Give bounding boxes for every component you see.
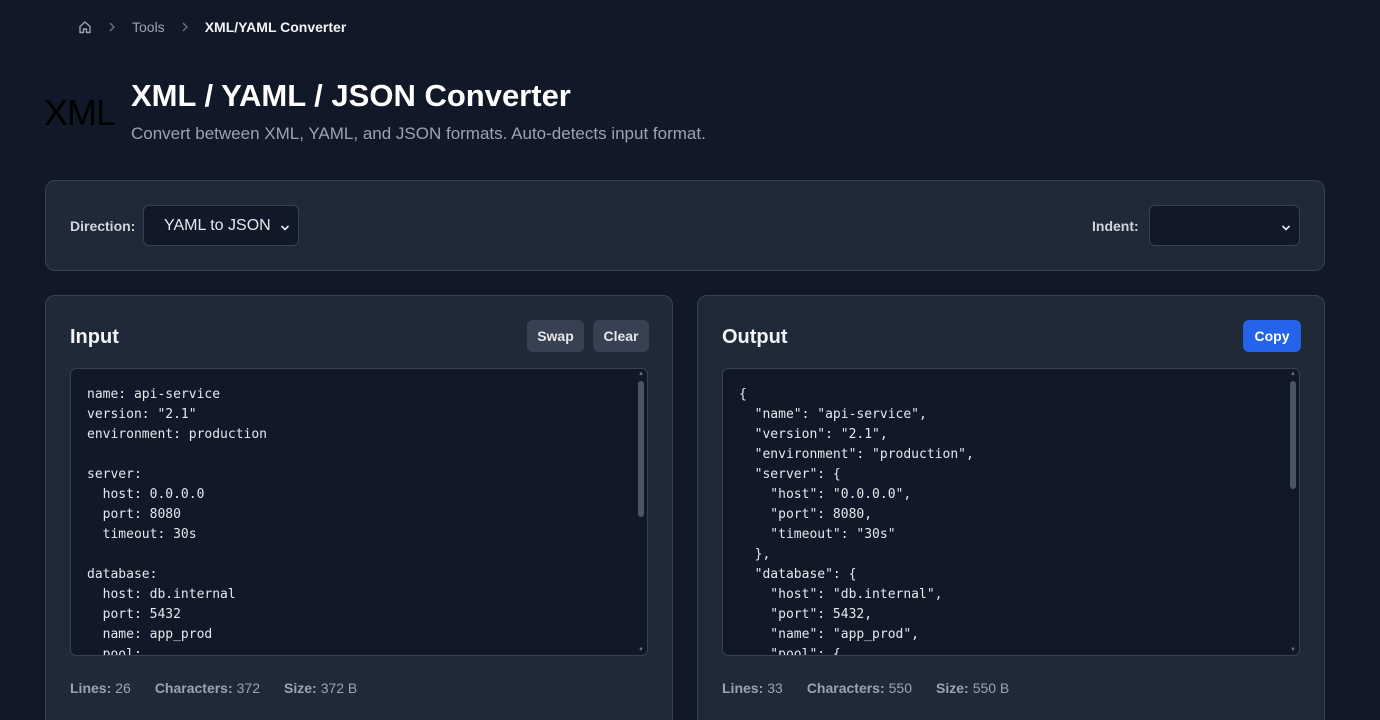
characters-label: Characters: (154, 680, 233, 696)
output-panel: Output Copy { "name": "api-service", "ve… (697, 295, 1325, 720)
chevron-right-icon (181, 22, 189, 32)
size-label: Size: (936, 680, 969, 696)
input-scrollbar[interactable]: ▲ ▼ (635, 369, 647, 655)
input-textarea[interactable]: name: api-service version: "2.1" environ… (70, 368, 648, 656)
direction-select-value: YAML to JSON (164, 216, 271, 234)
home-icon[interactable] (78, 20, 92, 34)
lines-label: Lines: (722, 680, 764, 696)
output-textarea[interactable]: { "name": "api-service", "version": "2.1… (722, 368, 1300, 656)
input-title: Input (70, 326, 119, 348)
copy-button[interactable]: Copy (1243, 320, 1301, 352)
direction-select[interactable]: YAML to JSON (143, 205, 299, 246)
input-panel: Input Swap Clear name: api-service versi… (45, 295, 673, 720)
characters-label: Characters: (806, 680, 885, 696)
scroll-down-icon[interactable]: ▼ (638, 647, 644, 653)
page-title: XML / YAML / JSON Converter (131, 78, 571, 113)
input-scroll-thumb[interactable] (638, 381, 644, 517)
output-scroll-thumb[interactable] (1290, 381, 1296, 489)
size-value: 372 B (320, 680, 358, 696)
lines-value: 33 (767, 680, 783, 696)
chevron-right-icon (108, 22, 116, 32)
size-value: 550 B (972, 680, 1010, 696)
breadcrumb: Tools XML/YAML Converter (78, 17, 346, 37)
characters-value: 550 (888, 680, 912, 696)
input-stats: Lines: 26 Characters: 372 Size: 372 B (70, 680, 381, 696)
output-scrollbar[interactable]: ▲ ▼ (1287, 369, 1299, 655)
breadcrumb-current: XML/YAML Converter (204, 19, 347, 35)
scroll-up-icon[interactable]: ▲ (1290, 371, 1296, 377)
scroll-up-icon[interactable]: ▲ (638, 371, 644, 377)
indent-label: Indent: (1092, 218, 1139, 234)
clear-button[interactable]: Clear (593, 320, 649, 352)
direction-label: Direction: (70, 218, 136, 234)
output-code: { "name": "api-service", "version": "2.1… (739, 387, 974, 656)
breadcrumb-tools-link[interactable]: Tools (132, 19, 165, 35)
lines-value: 26 (115, 680, 131, 696)
input-code: name: api-service version: "2.1" environ… (87, 387, 268, 656)
swap-button[interactable]: Swap (527, 320, 584, 352)
output-title: Output (722, 326, 788, 348)
size-label: Size: (284, 680, 317, 696)
tool-icon: XML (44, 92, 116, 133)
output-stats: Lines: 33 Characters: 550 Size: 550 B (722, 680, 1033, 696)
page-subtitle: Convert between XML, YAML, and JSON form… (131, 124, 706, 143)
lines-label: Lines: (70, 680, 112, 696)
indent-select[interactable] (1149, 205, 1300, 246)
scroll-down-icon[interactable]: ▼ (1290, 647, 1296, 653)
characters-value: 372 (236, 680, 260, 696)
chevron-down-icon (1281, 220, 1291, 231)
chevron-down-icon (280, 220, 290, 231)
options-panel: Direction: YAML to JSON Indent: (45, 180, 1325, 271)
